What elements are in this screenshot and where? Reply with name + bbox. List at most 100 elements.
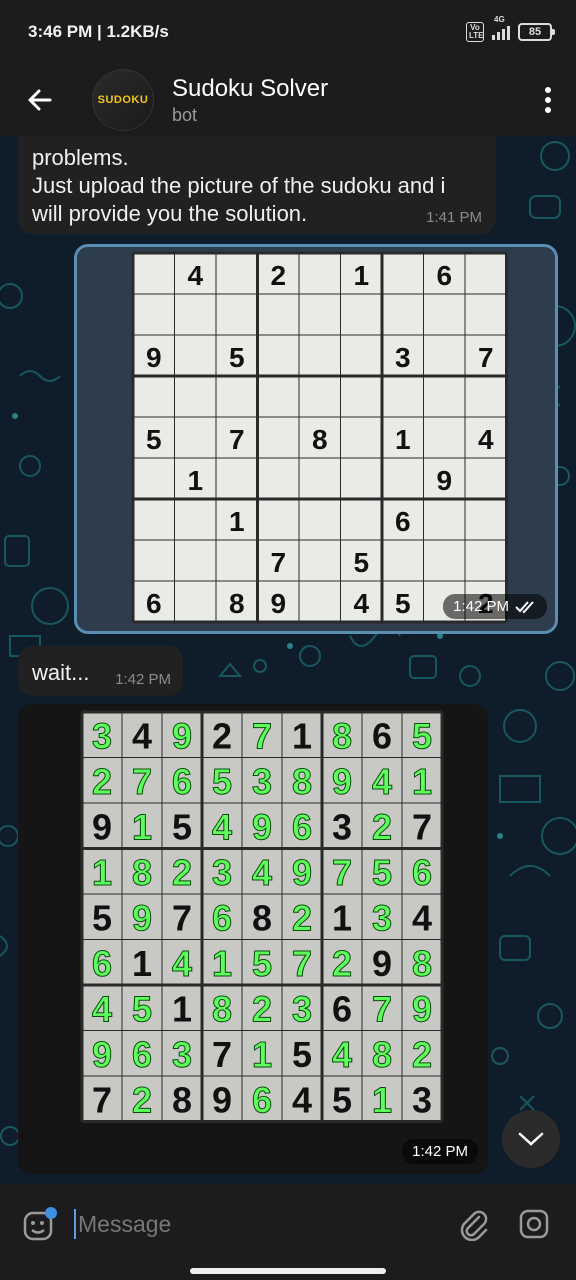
solved-digit: 8 <box>292 761 312 802</box>
solved-digit: 3 <box>292 988 312 1029</box>
avatar[interactable]: SUDOKU <box>92 69 154 131</box>
message-input[interactable]: Message <box>74 1209 436 1239</box>
sticker-button[interactable] <box>20 1204 60 1244</box>
puzzle-digit: 2 <box>270 260 286 291</box>
solved-digit: 7 <box>332 852 352 893</box>
given-digit: 1 <box>172 988 192 1029</box>
home-indicator <box>0 1264 576 1280</box>
solved-digit: 5 <box>252 943 272 984</box>
solved-digit: 9 <box>92 1034 112 1075</box>
solved-digit: 5 <box>372 852 392 893</box>
puzzle-digit: 1 <box>395 424 411 455</box>
solved-digit: 5 <box>412 715 432 756</box>
signal-icon: 4G <box>492 15 510 40</box>
given-digit: 6 <box>332 988 352 1029</box>
given-digit: 3 <box>332 806 352 847</box>
puzzle-digit: 6 <box>436 260 452 291</box>
message-time: 1:42 PM <box>115 671 171 688</box>
solved-digit: 3 <box>372 897 392 938</box>
solved-digit: 7 <box>252 715 272 756</box>
solved-digit: 4 <box>212 806 232 847</box>
given-digit: 4 <box>412 897 432 938</box>
volte-icon: Vo LTE <box>466 22 484 42</box>
network-type: 4G <box>494 15 505 24</box>
solved-digit: 6 <box>92 943 112 984</box>
given-digit: 5 <box>332 1079 352 1120</box>
message-bubble-incoming[interactable]: problems. Just upload the picture of the… <box>18 136 496 234</box>
solved-digit: 6 <box>292 806 312 847</box>
puzzle-digit: 1 <box>353 260 369 291</box>
puzzle-digit: 6 <box>395 506 411 537</box>
status-bar: 3:46 PM | 1.2KB/s Vo LTE 4G 85 <box>0 0 576 64</box>
message-text: problems. Just upload the picture of the… <box>32 145 446 226</box>
solved-digit: 4 <box>252 852 272 893</box>
puzzle-digit: 5 <box>353 547 369 578</box>
given-digit: 7 <box>412 806 432 847</box>
chat-area[interactable]: problems. Just upload the picture of the… <box>0 136 576 1184</box>
back-button[interactable] <box>0 64 80 136</box>
attach-button[interactable] <box>452 1202 496 1246</box>
given-digit: 7 <box>172 897 192 938</box>
solved-digit: 2 <box>412 1034 432 1075</box>
given-digit: 4 <box>132 715 152 756</box>
solved-digit: 4 <box>172 943 192 984</box>
solved-digit: 8 <box>372 1034 392 1075</box>
more-vertical-icon[interactable] <box>520 87 576 113</box>
status-time: 3:46 PM | 1.2KB/s <box>28 22 169 41</box>
text-caret <box>74 1209 76 1239</box>
given-digit: 1 <box>332 897 352 938</box>
solved-digit: 6 <box>172 761 192 802</box>
arrow-left-icon <box>28 89 52 111</box>
solved-digit: 2 <box>252 988 272 1029</box>
scroll-down-button[interactable] <box>502 1110 560 1168</box>
solved-digit: 2 <box>372 806 392 847</box>
solved-digit: 4 <box>372 761 392 802</box>
puzzle-digit: 1 <box>187 465 203 496</box>
solved-digit: 2 <box>172 852 192 893</box>
chat-title-block[interactable]: Sudoku Solver bot <box>172 75 520 126</box>
solved-digit: 1 <box>132 806 152 847</box>
solved-digit: 7 <box>372 988 392 1029</box>
puzzle-digit: 7 <box>229 424 245 455</box>
given-digit: 5 <box>292 1034 312 1075</box>
paperclip-icon <box>460 1210 488 1241</box>
puzzle-digit: 7 <box>270 547 286 578</box>
puzzle-digit: 4 <box>478 424 494 455</box>
solved-digit: 9 <box>172 715 192 756</box>
solved-digit: 2 <box>292 897 312 938</box>
puzzle-digit: 5 <box>146 424 162 455</box>
solved-digit: 8 <box>412 943 432 984</box>
chat-header: SUDOKU Sudoku Solver bot <box>0 64 576 136</box>
photo-message-puzzle[interactable]: 4216953757814191675689452 1:42 PM <box>74 244 558 634</box>
camera-button[interactable] <box>512 1202 556 1246</box>
solved-digit: 8 <box>132 852 152 893</box>
solved-digit: 1 <box>252 1034 272 1075</box>
solved-digit: 3 <box>212 852 232 893</box>
photo-message-solution[interactable]: 3492718652765389419154963271823497565976… <box>18 704 488 1174</box>
solved-digit: 4 <box>92 988 112 1029</box>
photo-time-badge: 1:42 PM <box>402 1139 478 1164</box>
given-digit: 6 <box>372 715 392 756</box>
puzzle-digit: 5 <box>229 342 245 373</box>
puzzle-digit: 9 <box>146 342 162 373</box>
message-placeholder: Message <box>78 1210 172 1237</box>
solved-digit: 3 <box>252 761 272 802</box>
photo-time-badge: 1:42 PM <box>443 594 547 619</box>
solved-digit: 1 <box>212 943 232 984</box>
message-composer: Message <box>0 1184 576 1264</box>
puzzle-digit: 9 <box>436 465 452 496</box>
solved-digit: 5 <box>212 761 232 802</box>
solved-digit: 9 <box>292 852 312 893</box>
message-bubble-incoming[interactable]: wait... 1:42 PM <box>18 646 183 696</box>
chat-title: Sudoku Solver <box>172 74 329 102</box>
chevron-down-icon <box>518 1132 544 1146</box>
solved-digit: 8 <box>212 988 232 1029</box>
sudoku-puzzle-image: 4216953757814191675689452 <box>77 247 555 631</box>
solved-digit: 9 <box>132 897 152 938</box>
solved-digit: 6 <box>412 852 432 893</box>
given-digit: 8 <box>172 1079 192 1120</box>
puzzle-digit: 5 <box>395 588 411 619</box>
given-digit: 5 <box>92 897 112 938</box>
solved-digit: 2 <box>332 943 352 984</box>
given-digit: 4 <box>292 1079 312 1120</box>
